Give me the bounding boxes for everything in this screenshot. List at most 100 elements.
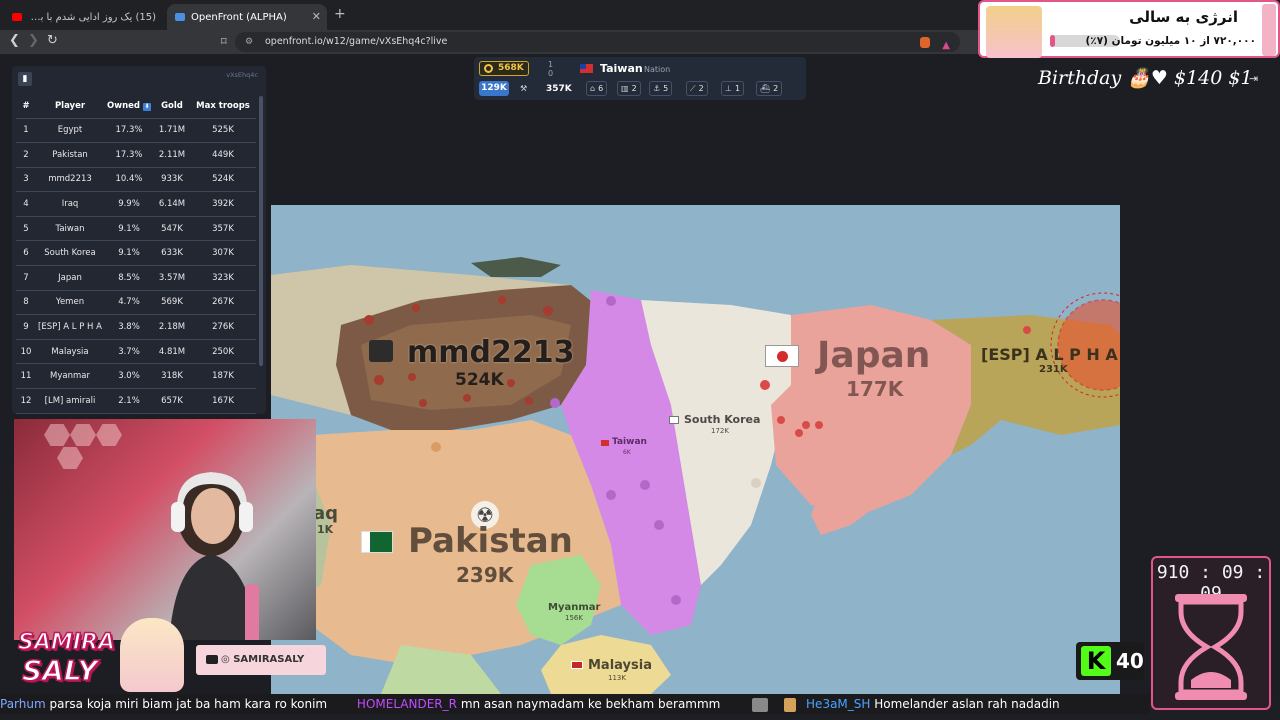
- flag-mmd: [369, 340, 393, 362]
- tab-youtube[interactable]: (15) یک روز ادایی شدم با بنیامین YouTube: [4, 4, 164, 30]
- leaderboard-cell-troops: 357K: [190, 216, 256, 242]
- leaderboard-cell-troops: 187K: [190, 363, 256, 390]
- instagram-icon: ◎: [221, 654, 230, 665]
- map-label-taiwan[interactable]: Taiwan: [612, 437, 647, 447]
- gold-value: 568K: [498, 63, 524, 73]
- logo-text-top: SAMIRA: [17, 629, 115, 656]
- leaderboard-row[interactable]: 3 mmd2213 10.4% 933K 524K: [16, 167, 256, 193]
- address-bar[interactable]: ⌑ ⚙ openfront.io/w12/game/vXsEhq4c?live …: [221, 32, 960, 52]
- leaderboard-cell-owned: 9.1%: [104, 240, 154, 267]
- follower-count: 40: [1116, 649, 1144, 673]
- leaderboard-cell-player: mmd2213: [36, 167, 104, 193]
- leaderboard-row[interactable]: 9 [ESP] A L P H A 3.8% 2.18M 276K: [16, 314, 256, 340]
- tab-openfront[interactable]: OpenFront (ALPHA) ✕: [167, 4, 327, 30]
- birthday-goal: Birthday 🎂♥ $140 $1: [1038, 67, 1253, 89]
- leaderboard-cell-rank: 11: [16, 363, 36, 390]
- building-city[interactable]: ⌂ 6: [586, 81, 608, 96]
- leaderboard-cell-owned: 4.7%: [104, 290, 154, 316]
- city-icon: ⌂: [590, 84, 596, 93]
- decor-hex: [44, 424, 70, 446]
- map-troops-pakistan: 239K: [456, 563, 514, 587]
- chat-ticker: Parhum parsa koja miri biam jat ba ham k…: [0, 694, 1150, 714]
- url-text: openfront.io/w12/game/vXsEhq4c?live: [265, 36, 448, 47]
- avatar-sticker: [120, 618, 184, 692]
- leaderboard-row[interactable]: 7 Japan 8.5% 3.57M 323K: [16, 265, 256, 291]
- map-label-pakistan[interactable]: Pakistan: [408, 521, 573, 561]
- forward-icon[interactable]: ❯: [28, 33, 39, 48]
- small-stat-bottom: 0: [548, 69, 554, 78]
- streamer-image: [169, 472, 259, 640]
- map-label-malaysia[interactable]: Malaysia: [588, 658, 652, 673]
- leaderboard-row[interactable]: 10 Malaysia 3.7% 4.81M 250K: [16, 339, 256, 365]
- bar-chart-icon[interactable]: ▮: [18, 72, 32, 86]
- leaderboard-cell-owned: 3.0%: [104, 363, 154, 390]
- col-gold[interactable]: Gold: [154, 94, 190, 119]
- flag-malaysia: [571, 661, 583, 669]
- leaderboard-row[interactable]: 1 Egypt 17.3% 1.71M 525K: [16, 118, 256, 144]
- chat-user: Parhum: [0, 697, 46, 711]
- bookmark-icon[interactable]: ⌑: [221, 32, 227, 52]
- map-label-esp[interactable]: [ESP] A L P H A: [981, 345, 1118, 364]
- missile-icon: ⟋: [690, 84, 696, 93]
- col-owned[interactable]: Owned ⬇: [104, 94, 154, 119]
- game-map[interactable]: mmd2213 524K Japan 177K [ESP] A L P H A …: [271, 205, 1120, 694]
- close-icon[interactable]: ✕: [312, 10, 321, 23]
- building-warship[interactable]: ⛴ 2: [756, 81, 783, 96]
- building-factory[interactable]: ▥ 2: [617, 81, 641, 96]
- col-max-troops[interactable]: Max troops: [190, 94, 256, 119]
- leaderboard-row[interactable]: 6 South Korea 9.1% 633K 307K: [16, 240, 256, 267]
- building-count: 1: [734, 84, 741, 93]
- map-label-japan[interactable]: Japan: [817, 335, 930, 376]
- new-tab-button[interactable]: +: [334, 6, 346, 22]
- leaderboard-row[interactable]: 11 Myanmar 3.0% 318K 187K: [16, 363, 256, 390]
- building-count: 2: [773, 84, 779, 93]
- leaderboard-row[interactable]: 12 [LM] amirali 2.1% 657K 167K: [16, 388, 256, 414]
- rewards-icon[interactable]: ▲: [942, 36, 950, 56]
- leaderboard-cell-rank: 3: [16, 167, 36, 193]
- leaderboard-cell-gold: 4.81M: [154, 339, 190, 365]
- map-label-myanmar[interactable]: Myanmar: [548, 602, 600, 613]
- leaderboard-scrollbar[interactable]: [259, 96, 263, 366]
- building-count: 2: [698, 84, 704, 93]
- leaderboard-cell-gold: 569K: [154, 290, 190, 316]
- leaderboard-row[interactable]: 5 Taiwan 9.1% 547K 357K: [16, 216, 256, 242]
- leaderboard-row[interactable]: 8 Yemen 4.7% 569K 267K: [16, 290, 256, 316]
- leaderboard-cell-troops: 449K: [190, 142, 256, 168]
- leaderboard-row[interactable]: 2 Pakistan 17.3% 2.11M 449K: [16, 142, 256, 168]
- map-label-iraq[interactable]: aq: [313, 503, 338, 524]
- building-count: 6: [598, 84, 604, 93]
- leaderboard-cell-gold: 6.14M: [154, 191, 190, 217]
- leaderboard-cell-owned: 8.5%: [104, 265, 154, 291]
- map-troops-esp: 231K: [1039, 364, 1068, 375]
- map-label-mmd2213[interactable]: mmd2213: [407, 335, 575, 370]
- back-icon[interactable]: ❮: [9, 33, 20, 48]
- map-label-south-korea[interactable]: South Korea: [684, 413, 760, 426]
- reload-icon[interactable]: ↻: [47, 33, 58, 48]
- leaderboard-cell-rank: 7: [16, 265, 36, 291]
- leaderboard-cell-gold: 547K: [154, 216, 190, 242]
- leaderboard-row[interactable]: 4 Iraq 9.9% 6.14M 392K: [16, 191, 256, 217]
- leaderboard-cell-gold: 933K: [154, 167, 190, 193]
- leaderboard-cell-rank: 6: [16, 240, 36, 267]
- leaderboard-cell-gold: 657K: [154, 388, 190, 414]
- col-rank: #: [16, 94, 36, 119]
- decor-hex: [57, 447, 83, 469]
- leaderboard-cell-owned: 17.3%: [104, 142, 154, 168]
- building-missile[interactable]: ⟋ 2: [686, 81, 708, 96]
- donation-title: انرژی به سالی: [1129, 8, 1238, 26]
- leaderboard-cell-player: Myanmar: [36, 363, 104, 390]
- building-silo[interactable]: ⊥ 1: [721, 81, 745, 96]
- brave-shield-icon[interactable]: [920, 37, 930, 48]
- exit-icon[interactable]: ⇥: [1249, 72, 1258, 85]
- map-troops-myanmar: 156K: [565, 614, 583, 622]
- building-port[interactable]: ⚓ 5: [649, 81, 673, 96]
- site-info-icon[interactable]: ⚙: [245, 32, 253, 52]
- chat-message: parsa koja miri biam jat ba ham kara ro …: [49, 697, 328, 711]
- kick-icon: K: [1081, 646, 1111, 676]
- leaderboard-cell-gold: 633K: [154, 240, 190, 267]
- leaderboard-cell-owned: 17.3%: [104, 118, 154, 144]
- donation-side-bar: [1262, 4, 1276, 56]
- leaderboard-cell-rank: 5: [16, 216, 36, 242]
- leaderboard-cell-rank: 9: [16, 314, 36, 340]
- sort-down-icon: ⬇: [142, 102, 151, 111]
